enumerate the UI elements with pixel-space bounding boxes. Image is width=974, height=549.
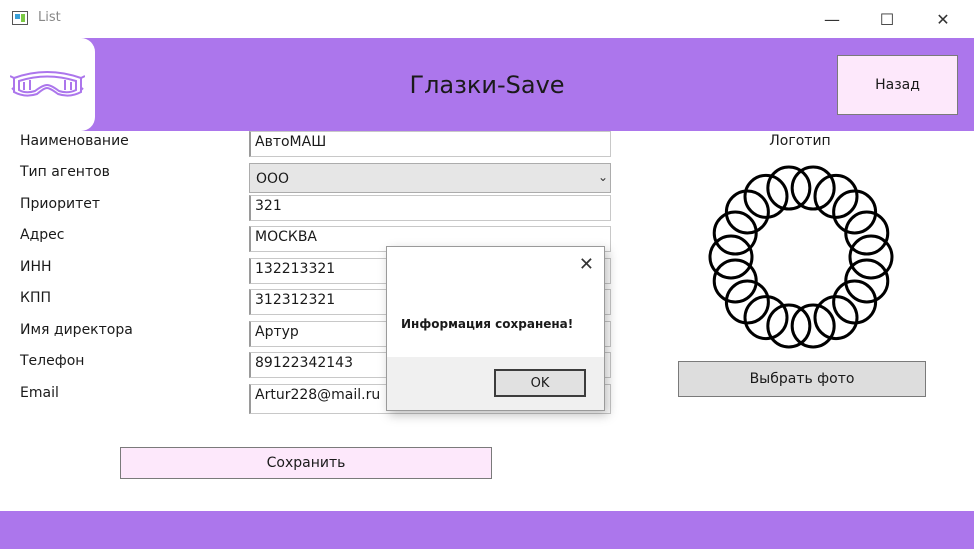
label-priority: Приоритет [20,196,100,212]
logo-ring [743,295,789,341]
label-kpp: КПП [20,290,51,306]
logo-ring [813,295,859,341]
label-inn: ИНН [20,259,52,275]
label-phone: Телефон [20,353,85,369]
app-window-icon [12,11,28,25]
logo-ring [813,173,859,219]
close-window-button[interactable]: ✕ [920,0,966,38]
dialog-button-bar: OK [387,357,604,410]
logo-ring [766,303,812,349]
label-agent-type: Тип агентов [20,164,110,180]
logo-ring [766,165,812,211]
back-button[interactable]: Назад [837,55,958,115]
label-email: Email [20,385,59,401]
priority-input[interactable]: 321 [249,195,611,221]
maximize-button[interactable]: ☐ [864,0,910,38]
window-titlebar: List — ☐ ✕ [0,0,974,38]
logo-label: Логотип [769,133,831,149]
message-dialog: ✕ Информация сохранена! OK [386,246,605,411]
dialog-message: Информация сохранена! [401,317,574,331]
logo-ring [790,303,836,349]
window-title: List [38,10,61,25]
logo-image [708,165,894,349]
choose-photo-button[interactable]: Выбрать фото [678,361,926,397]
footer-bar [0,511,974,549]
dialog-close-button[interactable]: ✕ [579,254,594,275]
label-address: Адрес [20,227,65,243]
app-logo [0,38,95,131]
goggles-icon [10,71,85,97]
label-director: Имя директора [20,322,133,338]
chevron-down-icon: ⌄ [597,170,608,184]
dialog-ok-button[interactable]: OK [494,369,586,397]
agent-type-select[interactable]: ООО ⌄ [249,163,611,193]
agent-type-value: ООО [256,171,290,187]
logo-ring [790,165,836,211]
header-bar [0,38,974,131]
minimize-button[interactable]: — [809,0,855,38]
logo-ring [743,173,789,219]
label-name: Наименование [20,133,129,149]
save-button[interactable]: Сохранить [120,447,492,479]
name-input[interactable]: АвтоМАШ [249,131,611,157]
